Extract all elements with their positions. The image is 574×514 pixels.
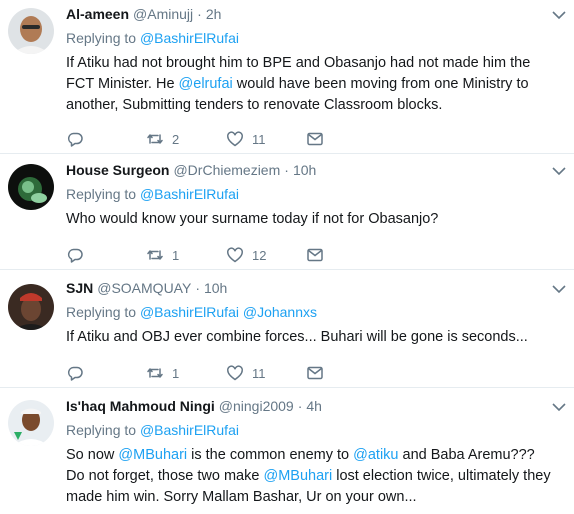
chevron-down-icon[interactable] xyxy=(552,10,566,20)
direct-message-button[interactable] xyxy=(306,130,386,148)
separator: · xyxy=(197,6,202,22)
text-segment: So now xyxy=(66,447,119,463)
avatar-image xyxy=(8,8,54,54)
display-name[interactable]: Is'haq Mahmoud Ningi xyxy=(66,398,215,414)
chevron-down-icon[interactable] xyxy=(552,402,566,412)
envelope-icon xyxy=(307,132,323,146)
reply-icon xyxy=(67,248,83,263)
heart-icon xyxy=(227,365,243,381)
replying-to-link[interactable]: @BashirElRufai xyxy=(140,186,239,202)
tweet-text: If Atiku and OBJ ever combine forces... … xyxy=(66,327,554,348)
tweet[interactable]: SJN @SOAMQUAY · 10h Replying to @BashirE… xyxy=(0,270,574,388)
separator: · xyxy=(284,162,289,178)
avatar-image xyxy=(8,284,54,330)
reply-icon xyxy=(67,366,83,381)
reply-button[interactable] xyxy=(66,246,146,264)
tweet-actions: 1 11 xyxy=(66,363,554,383)
tweet-actions: 1 12 xyxy=(66,245,554,265)
retweet-icon xyxy=(147,250,163,260)
mention-link[interactable]: @atiku xyxy=(353,447,398,463)
reply-button[interactable] xyxy=(66,364,146,382)
reply-thread: Al-ameen @Aminujj · 2h Replying to @Bash… xyxy=(0,0,574,514)
like-count: 11 xyxy=(252,365,266,381)
timestamp[interactable]: 10h xyxy=(293,162,316,178)
user-handle[interactable]: @SOAMQUAY xyxy=(97,280,191,296)
retweet-count: 1 xyxy=(172,365,180,381)
user-handle[interactable]: @Aminujj xyxy=(133,6,193,22)
separator: · xyxy=(297,398,303,414)
retweet-icon xyxy=(147,368,163,378)
retweet-button[interactable]: 2 xyxy=(146,130,226,148)
tweet-header: Al-ameen @Aminujj · 2h xyxy=(66,6,554,26)
mention-link[interactable]: @MBuhari xyxy=(118,447,187,463)
chevron-down-icon[interactable] xyxy=(552,284,566,294)
avatar[interactable] xyxy=(8,8,54,54)
user-handle[interactable]: @DrChiemeziem xyxy=(173,162,280,178)
mention-link[interactable]: @elrufai xyxy=(179,76,233,92)
like-button[interactable]: 11 xyxy=(226,364,306,382)
replying-label: Replying to xyxy=(66,186,137,202)
avatar-image xyxy=(8,400,54,446)
retweet-count: 2 xyxy=(172,131,180,147)
avatar-image xyxy=(8,164,54,210)
like-count: 12 xyxy=(252,247,267,263)
retweet-count: 1 xyxy=(172,247,180,263)
timestamp[interactable]: 4h xyxy=(306,398,322,414)
reply-icon xyxy=(67,132,83,147)
tweet[interactable]: House Surgeon @DrChiemeziem · 10h Replyi… xyxy=(0,154,574,270)
retweet-button[interactable]: 1 xyxy=(146,364,226,382)
replying-to: Replying to @BashirElRufai xyxy=(66,30,554,50)
replying-to: Replying to @BashirElRufai xyxy=(66,422,554,442)
mention-link[interactable]: @MBuhari xyxy=(263,468,332,484)
replying-to-link[interactable]: @BashirElRufai xyxy=(140,30,239,46)
timestamp[interactable]: 2h xyxy=(206,6,222,22)
text-segment: If Atiku and OBJ ever combine forces... … xyxy=(66,329,528,345)
tweet-text: So now @MBuhari is the common enemy to @… xyxy=(66,445,554,508)
text-segment: is the common enemy to xyxy=(187,447,354,463)
envelope-icon xyxy=(307,366,323,380)
replying-to: Replying to @BashirElRufai xyxy=(66,186,554,206)
replying-to-link[interactable]: @BashirElRufai xyxy=(140,422,239,438)
direct-message-button[interactable] xyxy=(306,246,386,264)
envelope-icon xyxy=(307,248,323,262)
tweet-text: If Atiku had not brought him to BPE and … xyxy=(66,53,554,116)
avatar[interactable] xyxy=(8,284,54,330)
tweet[interactable]: Is'haq Mahmoud Ningi @ningi2009 · 4h Rep… xyxy=(0,388,574,514)
avatar[interactable] xyxy=(8,400,54,446)
retweet-icon xyxy=(147,134,163,144)
tweet-text: Who would know your surname today if not… xyxy=(66,209,554,230)
tweet-actions: 2 11 xyxy=(66,129,554,149)
retweet-button[interactable]: 1 xyxy=(146,246,226,264)
user-handle[interactable]: @ningi2009 xyxy=(219,398,294,414)
replying-label: Replying to xyxy=(66,304,137,320)
text-segment: Who would know your surname today if not… xyxy=(66,211,439,227)
avatar[interactable] xyxy=(8,164,54,210)
replying-to: Replying to @BashirElRufai @Johannxs xyxy=(66,304,554,324)
tweet-header: Is'haq Mahmoud Ningi @ningi2009 · 4h xyxy=(66,398,554,418)
heart-icon xyxy=(227,247,243,263)
replying-label: Replying to xyxy=(66,422,137,438)
chevron-down-icon[interactable] xyxy=(552,166,566,176)
direct-message-button[interactable] xyxy=(306,364,386,382)
tweet-header: House Surgeon @DrChiemeziem · 10h xyxy=(66,162,554,182)
like-button[interactable]: 11 xyxy=(226,130,306,148)
separator: · xyxy=(195,280,200,296)
replying-to-link[interactable]: @BashirElRufai @Johannxs xyxy=(140,304,317,320)
tweet[interactable]: Al-ameen @Aminujj · 2h Replying to @Bash… xyxy=(0,0,574,154)
like-button[interactable]: 12 xyxy=(226,246,306,264)
tweet-header: SJN @SOAMQUAY · 10h xyxy=(66,280,554,300)
display-name[interactable]: House Surgeon xyxy=(66,162,169,178)
replying-label: Replying to xyxy=(66,30,137,46)
like-count: 11 xyxy=(252,131,266,147)
display-name[interactable]: SJN xyxy=(66,280,93,296)
display-name[interactable]: Al-ameen xyxy=(66,6,129,22)
timestamp[interactable]: 10h xyxy=(204,280,227,296)
heart-icon xyxy=(227,131,243,147)
reply-button[interactable] xyxy=(66,130,146,148)
